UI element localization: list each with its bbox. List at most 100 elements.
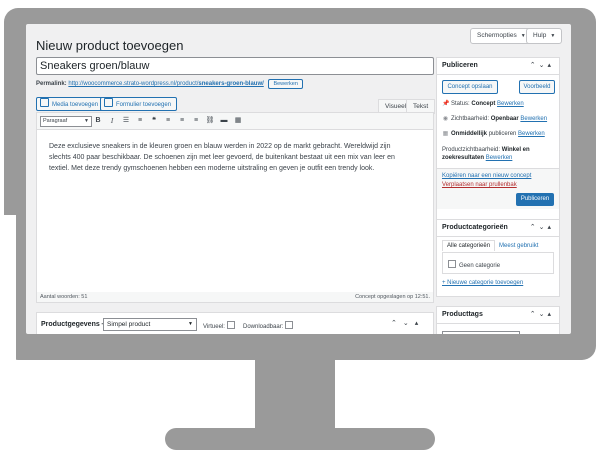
page-title: Nieuw product toevoegen — [36, 38, 184, 53]
align-left-icon[interactable]: ≡ — [163, 116, 173, 126]
add-new-category-link[interactable]: + Nieuwe categorie toevoegen — [442, 280, 523, 286]
box-move-arrows[interactable]: ⌃⌄▴ — [530, 223, 554, 231]
category-tabs: Alle categorieën Meest gebruikt — [442, 240, 542, 251]
save-draft-button[interactable]: Concept opslaan — [442, 80, 498, 94]
product-type-select[interactable]: Simpel product ▼ — [103, 318, 197, 331]
schedule-row: ▦ Onmiddellijk publiceren Bewerken — [442, 130, 545, 137]
status-row: 📌 Status: Concept Bewerken — [442, 100, 524, 107]
editor-content[interactable]: Deze exclusieve sneakers in de kleuren g… — [49, 141, 409, 174]
categories-title: Productcategorieën — [442, 224, 508, 231]
permalink-slug: sneakers-groen-blauw/ — [198, 81, 264, 87]
status-edit-link[interactable]: Bewerken — [497, 101, 524, 107]
schedule-value: Onmiddellijk — [451, 131, 488, 137]
product-data-box: Productgegevens — Simpel product ▼ Virtue… — [36, 312, 434, 334]
categories-box: Productcategorieën ⌃⌄▴ Alle categorieën M… — [436, 219, 560, 297]
visibility-value: Openbaar — [490, 116, 519, 122]
italic-icon[interactable]: I — [107, 116, 117, 126]
catalog-visibility-edit-link[interactable]: Bewerken — [486, 155, 513, 161]
calendar-icon: ▦ — [442, 131, 449, 137]
help-button[interactable]: Hulp ▼ — [526, 28, 563, 44]
add-media-button[interactable]: Media toevoegen — [36, 97, 105, 111]
schedule-label: publiceren — [488, 131, 517, 137]
bullet-list-icon[interactable]: ☰ — [121, 116, 131, 126]
pin-icon: 📌 — [442, 101, 450, 107]
visibility-label: Zichtbaarheid: — [451, 116, 490, 122]
format-select[interactable]: Paragraaf ▼ — [40, 116, 92, 127]
align-center-icon[interactable]: ≡ — [177, 116, 187, 126]
chevron-down-icon: ▼ — [550, 33, 556, 39]
category-checkbox[interactable] — [448, 260, 456, 268]
add-media-label: Media toevoegen — [52, 102, 99, 108]
chevron-down-icon: ▼ — [520, 33, 526, 39]
permalink-link[interactable]: http://woocommerce.strato-wordpress.nl/p… — [68, 81, 263, 87]
chevron-down-icon: ▼ — [84, 118, 89, 124]
product-title-input[interactable]: Sneakers groen/blauw — [36, 57, 434, 75]
chevron-down-icon: ▼ — [188, 321, 193, 327]
help-label: Hulp — [533, 32, 547, 39]
form-icon — [104, 98, 113, 107]
media-icon — [40, 98, 49, 107]
bold-icon[interactable]: B — [93, 116, 103, 126]
link-icon[interactable]: ⛓ — [205, 116, 215, 126]
tab-most-used[interactable]: Meest gebruikt — [495, 241, 542, 251]
schedule-edit-link[interactable]: Bewerken — [518, 131, 545, 137]
visibility-row: ◉ Zichtbaarheid: Openbaar Bewerken — [442, 115, 547, 122]
tags-title: Producttags — [442, 311, 483, 318]
categories-box-header: Productcategorieën ⌃⌄▴ — [437, 220, 559, 237]
blockquote-icon[interactable]: ❝ — [149, 116, 159, 126]
wp-admin-screen: Schermopties ▼ Hulp ▼ Nieuw product toevoe… — [26, 24, 571, 334]
permalink-label: Permalink: — [36, 81, 67, 87]
add-form-label: Formulier toevoegen — [116, 102, 172, 108]
tags-box: Producttags ⌃⌄▴ — [436, 306, 560, 334]
monitor-neck — [255, 360, 335, 430]
publish-title: Publiceren — [442, 62, 478, 69]
tags-input[interactable] — [442, 331, 520, 334]
preview-button[interactable]: Voorbeeld — [519, 80, 555, 94]
permalink-row: Permalink: http://woocommerce.strato-wor… — [36, 79, 303, 89]
add-form-button[interactable]: Formulier toevoegen — [100, 97, 178, 111]
category-item[interactable]: Geen categorie — [448, 260, 500, 269]
box-move-arrows[interactable]: ⌃⌄▴ — [391, 319, 424, 327]
content-editor: Paragraaf ▼ B I ☰ ≡ ❝ ≡ ≡ ≡ ⛓ ▬ ▦ Deze ex… — [36, 112, 434, 294]
virtual-checkbox-row: Virtueel: — [203, 321, 235, 330]
editor-statusbar: Aantal woorden: 51 Concept opgeslagen op… — [36, 292, 434, 303]
format-select-value: Paragraaf — [43, 118, 68, 124]
eye-icon: ◉ — [442, 116, 449, 122]
tab-all-categories[interactable]: Alle categorieën — [442, 240, 496, 251]
virtual-checkbox[interactable] — [226, 321, 235, 329]
box-move-arrows[interactable]: ⌃⌄▴ — [530, 61, 554, 69]
monitor-base — [165, 428, 435, 450]
publish-actions: Kopiëren naar een nieuw concept Verplaat… — [437, 168, 559, 209]
publish-box-header: Publiceren ⌃⌄▴ — [437, 58, 559, 75]
publish-button[interactable]: Publiceren — [516, 193, 554, 206]
product-data-label: Productgegevens — — [41, 321, 109, 328]
downloadable-checkbox-row: Downloadbaar: — [243, 321, 294, 330]
downloadable-label: Downloadbaar: — [243, 324, 284, 330]
align-right-icon[interactable]: ≡ — [191, 116, 201, 126]
draft-saved-status: Concept opgeslagen op 12:51. — [355, 294, 430, 300]
move-to-trash-link[interactable]: Verplaatsen naar prullenbak — [442, 182, 517, 188]
status-label: Status: — [451, 101, 470, 107]
monitor-frame: Schermopties ▼ Hulp ▼ Nieuw product toevoe… — [0, 0, 600, 450]
toolbar-toggle-icon[interactable]: ▦ — [233, 116, 243, 126]
bezel-gap — [0, 215, 16, 360]
screen-options-label: Schermopties — [477, 32, 517, 39]
downloadable-checkbox[interactable] — [285, 321, 294, 329]
permalink-url: http://woocommerce.strato-wordpress.nl/p… — [68, 81, 199, 87]
numbered-list-icon[interactable]: ≡ — [135, 116, 145, 126]
category-item-label: Geen categorie — [459, 263, 501, 269]
screen-options-button[interactable]: Schermopties ▼ — [470, 28, 533, 44]
catalog-visibility-label: Productzichtbaarheid: — [442, 147, 501, 153]
category-list: Geen categorie — [442, 252, 554, 274]
virtual-label: Virtueel: — [203, 324, 225, 330]
status-value: Concept — [471, 101, 496, 107]
catalog-visibility-row: Productzichtbaarheid: Winkel en zoekresu… — [442, 146, 554, 162]
box-move-arrows[interactable]: ⌃⌄▴ — [530, 310, 554, 318]
copy-to-draft-link[interactable]: Kopiëren naar een nieuw concept — [442, 173, 531, 179]
permalink-edit-button[interactable]: Bewerken — [268, 79, 303, 89]
visibility-edit-link[interactable]: Bewerken — [520, 116, 547, 122]
read-more-icon[interactable]: ▬ — [219, 116, 229, 126]
word-count: Aantal woorden: 51 — [40, 294, 88, 300]
product-type-value: Simpel product — [107, 321, 151, 328]
tags-box-header: Producttags ⌃⌄▴ — [437, 307, 559, 324]
